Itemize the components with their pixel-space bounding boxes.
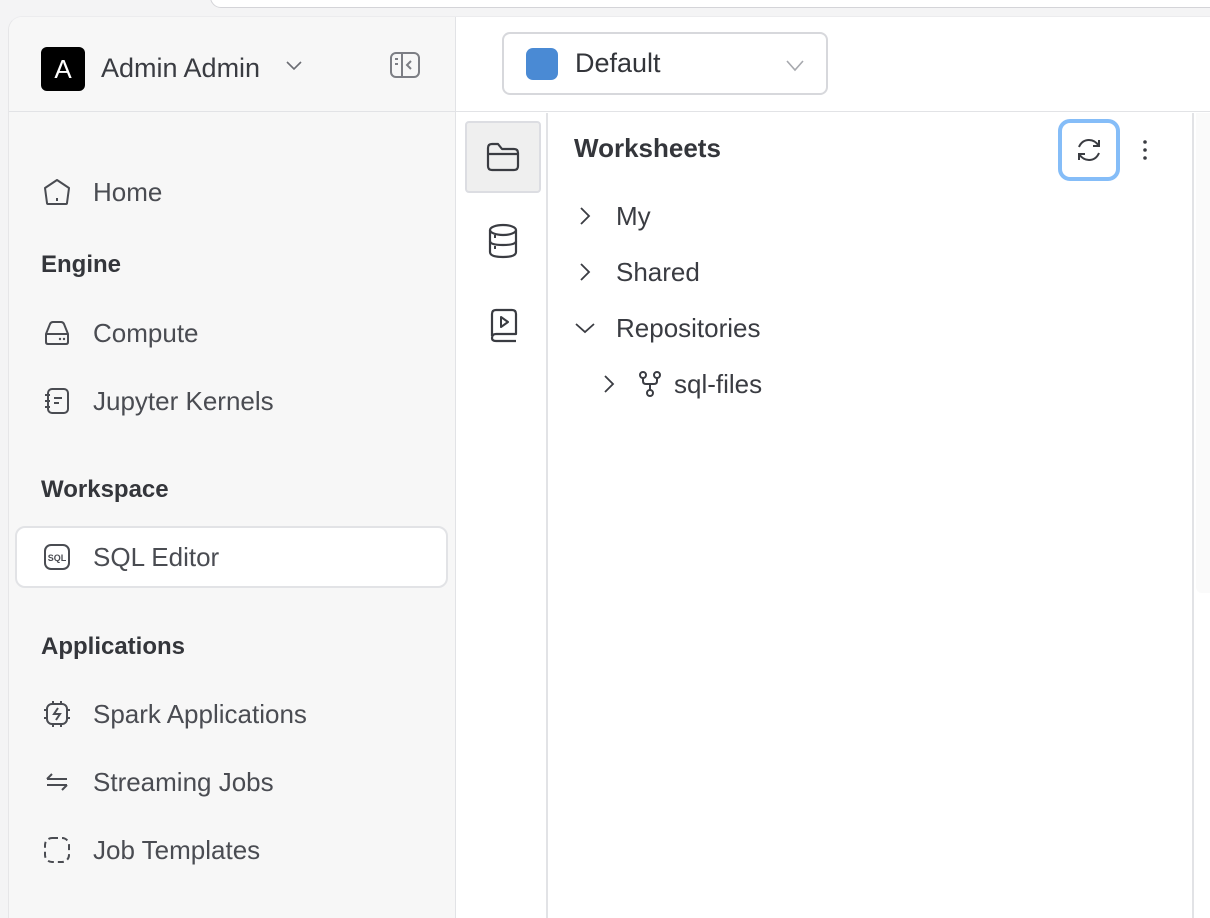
git-branch-icon [639,371,661,397]
environment-select[interactable]: Default [502,32,828,95]
arrows-exchange-icon [41,766,73,798]
rail-worksheets-button[interactable] [465,121,541,193]
user-menu-name[interactable]: Admin Admin [101,48,260,88]
browser-top-edge [210,0,1210,8]
more-vertical-icon [1143,140,1147,160]
worksheets-panel: Worksheets My Shared Repositories sql-fi… [550,113,1194,918]
refresh-icon [1078,138,1100,162]
dashed-square-icon [41,834,73,866]
collapse-sidebar-button[interactable] [389,51,421,79]
sidebar-item-label: Job Templates [93,834,261,865]
panel-title: Worksheets [574,133,721,163]
section-title-workspace: Workspace [41,476,169,503]
rail-tutorials-button[interactable] [465,289,541,361]
tree-item-label: Shared [616,256,700,287]
editor-area-edge [1196,113,1210,593]
server-icon [41,317,73,349]
spark-chip-icon [41,698,73,730]
tree-item-label: sql-files [674,368,763,399]
chevron-right-icon [580,207,591,225]
sidebar-header: A Admin Admin [9,17,455,112]
environment-label: Default [575,48,661,78]
sidebar-item-label: Spark Applications [93,698,307,729]
avatar[interactable]: A [41,47,85,91]
section-title-applications: Applications [41,633,186,660]
sidebar-collapse-icon [390,52,420,78]
sidebar-item-label: Compute [93,317,199,348]
tree-item-my[interactable]: My [574,194,651,238]
environment-color-swatch [526,47,558,80]
sidebar-item-home[interactable]: Home [15,161,448,223]
main-area: Default Worksheets My Shared Repositorie… [456,17,1210,918]
activity-rail [456,113,548,918]
tree-item-label: Repositories [616,312,761,343]
section-title-engine: Engine [41,251,122,278]
sidebar-item-streaming-jobs[interactable]: Streaming Jobs [15,751,448,813]
sidebar-item-compute[interactable]: Compute [15,302,448,364]
tree-item-sql-files[interactable]: sql-files [598,362,762,406]
sidebar-item-label: Streaming Jobs [93,766,274,797]
sidebar: A Admin Admin Home Engine Compute Jupyte… [9,17,456,918]
sidebar-item-spark-applications[interactable]: Spark Applications [15,683,448,745]
chevron-down-icon[interactable] [284,55,304,75]
chevron-down-icon [786,60,804,72]
chevron-down-icon [575,323,595,334]
chevron-right-icon [580,263,591,281]
app-window: A Admin Admin Home Engine Compute Jupyte… [8,16,1210,918]
refresh-button[interactable] [1058,119,1120,181]
notebook-icon [41,385,73,417]
svg-text:SQL: SQL [48,553,67,563]
tree-item-label: My [616,200,651,231]
main-header: Default [456,17,1210,112]
sidebar-item-label: SQL Editor [93,541,220,572]
database-icon [488,223,518,259]
book-play-icon [490,308,518,343]
sidebar-item-job-templates[interactable]: Job Templates [15,819,448,881]
more-options-button[interactable] [1130,133,1160,167]
rail-database-button[interactable] [465,205,541,277]
chevron-right-icon [604,375,615,393]
sidebar-item-label: Home [93,176,163,207]
tree-item-repositories[interactable]: Repositories [574,306,761,350]
sql-icon: SQL [41,541,73,573]
home-icon [41,176,73,208]
sidebar-item-label: Jupyter Kernels [93,385,274,416]
sidebar-item-jupyter-kernels[interactable]: Jupyter Kernels [15,370,448,432]
tree-item-shared[interactable]: Shared [574,250,700,294]
sidebar-item-sql-editor[interactable]: SQL SQL Editor [15,526,448,588]
folder-icon [486,142,520,172]
